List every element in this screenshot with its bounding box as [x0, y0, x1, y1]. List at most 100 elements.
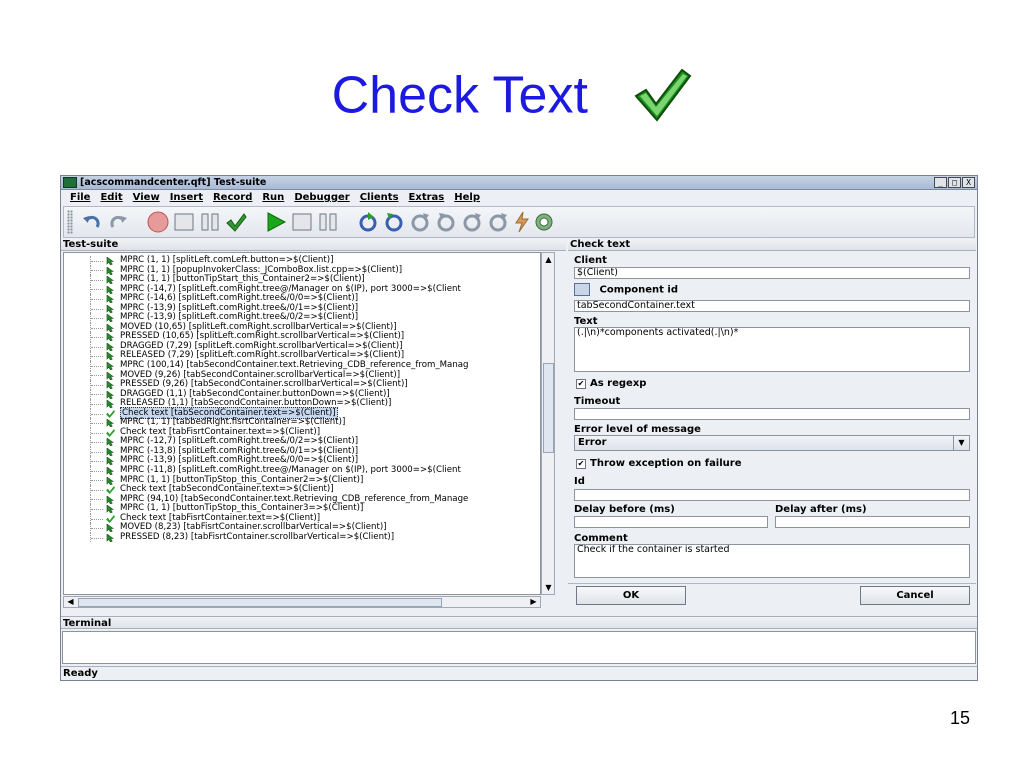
menu-insert[interactable]: Insert — [165, 191, 208, 205]
id-label: Id — [574, 476, 585, 487]
text-field[interactable]: (.|\n)*components activated(.|\n)* — [574, 327, 970, 372]
toolbar — [63, 206, 975, 238]
check-icon[interactable] — [224, 210, 248, 234]
tree-node-label: MPRC (1, 1) [buttonTipStop_this_Containe… — [120, 474, 364, 485]
title-bar[interactable]: [acscommandcenter.qft] Test-suite _ □ X — [61, 176, 977, 190]
scroll-up-arrow-icon[interactable]: ▲ — [543, 254, 554, 265]
play-icon[interactable] — [264, 210, 288, 234]
menu-file[interactable]: File — [65, 191, 95, 205]
toolbar-grip[interactable] — [67, 210, 73, 234]
tree-node-label: PRESSED (10,65) [splitLeft.comRight.scro… — [120, 331, 405, 342]
menu-help[interactable]: Help — [449, 191, 485, 205]
menu-run[interactable]: Run — [257, 191, 289, 205]
delay-after-field[interactable] — [775, 516, 970, 528]
delay-before-label: Delay before (ms) — [574, 504, 675, 515]
as-regexp-checkbox[interactable]: ✔ — [576, 379, 586, 389]
properties-header: Check text — [568, 239, 976, 251]
maximize-button[interactable]: □ — [948, 177, 961, 188]
tree-node-label: MPRC (-13,8) [splitLeft.comRight.tree&/0… — [120, 445, 359, 456]
pause-icon[interactable] — [198, 210, 222, 234]
skip-icon[interactable] — [434, 210, 458, 234]
mouse-pointer-icon — [106, 323, 114, 332]
delay-before-field[interactable] — [574, 516, 768, 528]
cancel-button[interactable]: Cancel — [860, 586, 970, 605]
component-id-row: Component id — [574, 283, 678, 297]
eye-icon[interactable] — [532, 210, 556, 234]
step-out-icon[interactable] — [408, 210, 432, 234]
timeout-field[interactable] — [574, 408, 970, 420]
menu-extras[interactable]: Extras — [404, 191, 450, 205]
error-level-select[interactable]: Error ▼ — [574, 435, 970, 451]
tree-node-label: MPRC (-11,8) [splitLeft.comRight.tree@/M… — [120, 465, 461, 476]
tree-guide-line — [90, 513, 103, 524]
check-icon — [106, 514, 115, 523]
stop-record-icon[interactable] — [172, 210, 196, 234]
client-field[interactable]: $(Client) — [574, 267, 970, 279]
comment-field[interactable]: Check if the container is started — [574, 544, 970, 578]
test-suite-tree[interactable]: MPRC (1, 1) [splitLeft.comLeft.button=>$… — [63, 252, 541, 595]
menu-edit[interactable]: Edit — [95, 191, 127, 205]
mouse-pointer-icon — [106, 276, 114, 285]
tree-node-label: Check text [tabSecondContainer.text=>$(C… — [120, 484, 334, 495]
tree-guide-line — [90, 408, 103, 419]
button-divider — [568, 583, 976, 584]
slide-title: Check Text — [0, 62, 1024, 125]
pause-run-icon[interactable] — [316, 210, 340, 234]
stop-icon[interactable] — [290, 210, 314, 234]
component-id-label: Component id — [599, 284, 679, 296]
tree-guide-line — [90, 341, 103, 352]
component-id-field[interactable]: tabSecondContainer.text — [574, 300, 970, 312]
undo-icon[interactable] — [80, 210, 104, 234]
id-field[interactable] — [574, 489, 970, 501]
tree-guide-line — [90, 313, 103, 323]
record-icon[interactable] — [146, 210, 170, 234]
menu-clients[interactable]: Clients — [355, 191, 404, 205]
chevron-down-icon[interactable]: ▼ — [953, 436, 969, 450]
tree-vertical-scrollbar[interactable]: ▲ ▼ — [541, 252, 555, 595]
refresh-icon[interactable] — [460, 210, 484, 234]
menu-debugger[interactable]: Debugger — [289, 191, 354, 205]
tree-guide-line — [90, 456, 103, 467]
mouse-pointer-icon — [106, 362, 114, 371]
tree-guide-line — [90, 437, 103, 447]
tree-node-label: DRAGGED (1,1) [tabSecondContainer.button… — [120, 388, 390, 399]
tree-node-label: DRAGGED (7,29) [splitLeft.comRight.scrol… — [120, 340, 403, 351]
mouse-pointer-icon — [106, 352, 114, 361]
mouse-pointer-icon — [106, 419, 114, 428]
tree-guide-line — [90, 322, 103, 333]
continue-icon[interactable] — [486, 210, 510, 234]
tree-guide-line — [90, 389, 103, 400]
tree-node-label: MPRC (-13,9) [splitLeft.comRight.tree&/0… — [120, 302, 359, 313]
step-over-icon[interactable] — [382, 210, 406, 234]
mouse-pointer-icon — [106, 524, 114, 533]
scrollbar-thumb[interactable] — [78, 598, 442, 607]
flash-icon[interactable] — [510, 210, 534, 234]
redo-icon[interactable] — [106, 210, 130, 234]
tree-node-mouse-event[interactable]: PRESSED (8,23) [tabFisrtContainer.scroll… — [64, 532, 540, 543]
menu-view[interactable]: View — [128, 191, 165, 205]
tree-node-label: MPRC (-13,9) [splitLeft.comRight.tree&/0… — [120, 455, 359, 466]
minimize-button[interactable]: _ — [934, 177, 947, 188]
scrollbar-thumb[interactable] — [543, 363, 554, 453]
terminal-output[interactable] — [62, 631, 976, 664]
scroll-left-arrow-icon[interactable]: ◀ — [65, 597, 76, 607]
close-button[interactable]: X — [962, 177, 975, 188]
delay-after-label: Delay after (ms) — [775, 504, 867, 515]
window-title: [acscommandcenter.qft] Test-suite — [80, 177, 267, 188]
ok-button[interactable]: OK — [576, 586, 686, 605]
app-window: [acscommandcenter.qft] Test-suite _ □ X … — [60, 175, 978, 681]
tree-horizontal-scrollbar[interactable]: ◀ ▶ — [63, 596, 541, 608]
step-into-icon[interactable] — [356, 210, 380, 234]
component-picker-icon[interactable] — [574, 283, 590, 296]
mouse-pointer-icon — [106, 295, 114, 304]
tree-node-label: MOVED (9,26) [tabSecondContainer.scrollb… — [120, 369, 401, 380]
client-label: Client — [574, 255, 607, 266]
scroll-down-arrow-icon[interactable]: ▼ — [543, 582, 554, 593]
scroll-right-arrow-icon[interactable]: ▶ — [528, 597, 539, 607]
menu-record[interactable]: Record — [208, 191, 257, 205]
tree-node-label: MOVED (10,65) [splitLeft.comRight.scroll… — [120, 321, 397, 332]
tree-node-label: MPRC (-13,9) [splitLeft.comRight.tree&/0… — [120, 312, 359, 323]
tree-guide-line — [90, 494, 103, 505]
tree-node-label: MPRC (94,10) [tabSecondContainer.text.Re… — [120, 493, 469, 504]
throw-exception-checkbox[interactable]: ✔ — [576, 459, 586, 469]
